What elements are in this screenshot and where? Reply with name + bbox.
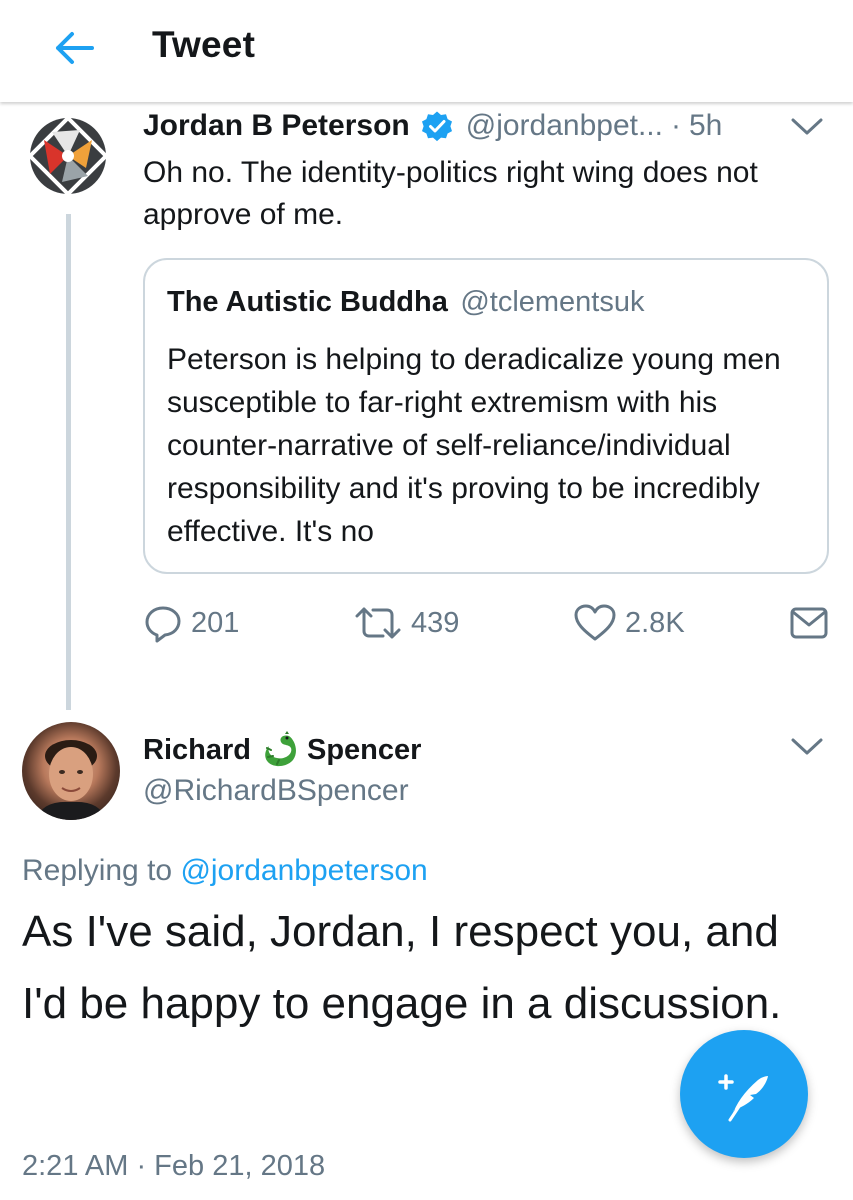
- chevron-down-icon[interactable]: [790, 736, 824, 758]
- arrow-left-icon: [56, 32, 94, 64]
- replying-to-label: Replying to: [22, 854, 173, 887]
- verified-badge-icon: [420, 109, 454, 143]
- replying-to-mention-link[interactable]: @jordanbpeterson: [180, 854, 427, 887]
- avatar-photo-image: [36, 740, 106, 820]
- tweet-timestamp[interactable]: 2:21 AM · Feb 21, 2018: [22, 1150, 325, 1183]
- tweet-time: 5h: [688, 109, 723, 142]
- like-button[interactable]: 2.8K: [573, 598, 685, 648]
- author-handle[interactable]: @jordanbpet...: [466, 109, 663, 143]
- separator-dot: ·: [670, 109, 681, 142]
- back-button[interactable]: [46, 22, 102, 74]
- retweet-count: 439: [411, 606, 460, 639]
- dragon-emoji-icon: [259, 730, 299, 770]
- quoted-author-name: The Autistic Buddha: [167, 286, 448, 318]
- like-count: 2.8K: [625, 606, 685, 639]
- top-app-bar: Tweet: [0, 0, 853, 102]
- tweet-body: Oh no. The identity-politics right wing …: [143, 156, 758, 231]
- avatar[interactable]: [22, 110, 114, 202]
- author-name[interactable]: Jordan B Peterson: [143, 109, 410, 143]
- reply-author-last-name: Spencer: [306, 733, 422, 766]
- avatar[interactable]: [22, 722, 120, 820]
- avatar-logo-image: [23, 111, 113, 201]
- reply-count: 201: [191, 606, 240, 639]
- compose-tweet-button[interactable]: [680, 1030, 808, 1158]
- retweet-button[interactable]: 439: [353, 598, 459, 648]
- heart-icon: [574, 604, 616, 641]
- tweet-action-bar: 201 439 2.8K: [143, 598, 833, 648]
- quoted-author-handle: @tclementsuk: [460, 286, 645, 318]
- reply-author-name[interactable]: Richard Spencer: [143, 730, 421, 770]
- reply-tweet-body: As I've said, Jordan, I respect you, and…: [22, 907, 782, 1028]
- envelope-icon: [790, 607, 828, 639]
- page-title: Tweet: [152, 24, 256, 65]
- tweet-header: Jordan B Peterson @jordanbpet... · 5h: [143, 106, 843, 146]
- chevron-down-icon[interactable]: [790, 116, 824, 138]
- quoted-tweet-card[interactable]: The Autistic Buddha @tclementsuk Peterso…: [143, 258, 829, 574]
- reply-author-first-name: Richard: [143, 733, 251, 766]
- quoted-tweet-body: Peterson is helping to deradicalize youn…: [167, 343, 781, 548]
- thread-connector-line: [66, 214, 71, 710]
- reply-author-handle[interactable]: @RichardBSpencer: [143, 774, 409, 808]
- replying-to-line: Replying to @jordanbpeterson: [22, 854, 428, 888]
- retweet-icon: [355, 607, 401, 639]
- quoted-tweet-header: The Autistic Buddha @tclementsuk: [167, 286, 645, 319]
- reply-button[interactable]: 201: [143, 598, 239, 648]
- reply-icon: [145, 606, 181, 643]
- direct-message-button[interactable]: [789, 598, 829, 648]
- compose-feather-icon: [718, 1074, 768, 1122]
